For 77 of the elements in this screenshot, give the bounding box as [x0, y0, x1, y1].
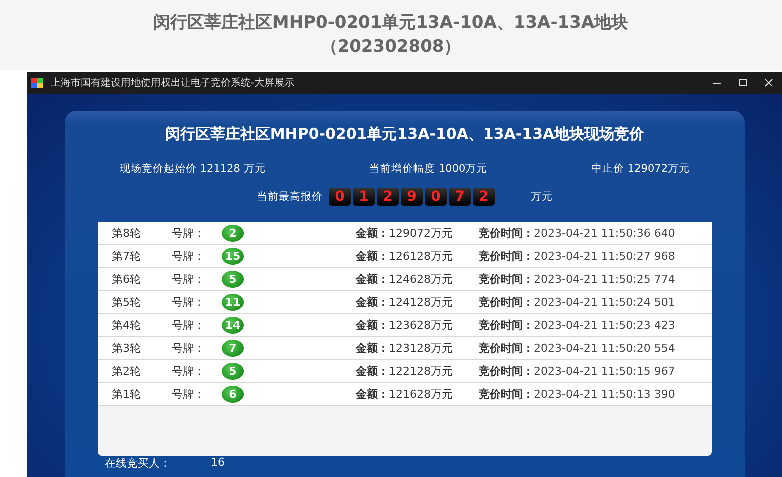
time-label: 竞价时间：: [479, 340, 534, 356]
bid-digit: 1: [353, 188, 375, 206]
bid-digit: 0: [425, 188, 447, 206]
round-cell-text: 第3轮: [111, 340, 142, 356]
plate-label: 号牌：: [172, 272, 206, 286]
bid-digit: 7: [449, 188, 471, 206]
time-cell: 2023-04-21 11:50:20 554: [534, 342, 676, 354]
time-label: 竞价时间：: [479, 226, 534, 240]
plate-number: 7: [222, 340, 244, 356]
time-label: 竞价时间：: [479, 294, 534, 310]
amount-label: 金额：: [356, 318, 389, 332]
time-cell: 2023-04-21 11:50:13 390: [534, 388, 676, 400]
bid-digit: 9: [401, 188, 423, 206]
amount-label: 金额：: [356, 248, 389, 264]
bid-digit: 2: [377, 188, 399, 206]
plate-label: 号牌：: [172, 318, 206, 332]
auction-info: 当前增价幅度 1000万元: [370, 162, 488, 176]
round-cell-text: 第7轮: [111, 248, 142, 264]
plate-number: 6: [222, 386, 244, 402]
time-cell: 2023-04-21 11:50:36 640: [534, 226, 676, 240]
plate-label: 号牌：: [172, 364, 206, 378]
plate-number: 2: [222, 224, 244, 242]
amount-cell-text: 124128万元: [389, 294, 454, 310]
time-cell: 2023-04-21 11:50:24 501: [534, 296, 676, 308]
round-cell-text: 第4轮: [111, 318, 142, 332]
auction-info: 现场竞价起始价 121128 万元: [120, 162, 266, 176]
amount-label: 金额：: [356, 386, 389, 402]
plate-label: 号牌：: [172, 248, 206, 264]
page-heading-number: （202302808）: [320, 36, 462, 59]
round-cell-text: 第1轮: [111, 386, 142, 402]
amount-cell-text: 123628万元: [389, 318, 454, 332]
plate-label: 号牌：: [172, 386, 206, 402]
time-label: 竞价时间：: [479, 318, 534, 332]
amount-cell-text: 129072万元: [389, 226, 454, 240]
amount-cell-text: 121628万元: [389, 386, 454, 402]
time-label: 竞价时间：: [479, 364, 534, 378]
time-label: 竞价时间：: [479, 248, 534, 264]
round-cell-text: 第5轮: [111, 294, 142, 310]
page-heading: 闵行区莘庄社区MHP0-0201单元13A-10A、13A-13A地块: [153, 12, 629, 35]
time-label: 竞价时间：: [479, 386, 534, 402]
bid-digit: 0: [329, 188, 351, 206]
close-icon[interactable]: [764, 78, 774, 88]
online-bidders-count: 16: [211, 456, 225, 471]
plate-label: 号牌：: [172, 294, 206, 310]
time-cell: 2023-04-21 11:50:27 968: [534, 250, 676, 262]
amount-label: 金额：: [356, 294, 389, 310]
plate-number: 5: [222, 362, 244, 380]
window-title: 上海市国有建设用地使用权出让电子竞价系统-大屏展示: [51, 76, 296, 90]
round-cell-text: 第2轮: [111, 364, 142, 378]
app-icon: [31, 78, 43, 88]
maximize-icon[interactable]: [738, 78, 748, 88]
amount-label: 金额：: [356, 364, 389, 378]
plate-number: 14: [222, 316, 244, 334]
plate-number: 11: [222, 294, 244, 310]
time-cell: 2023-04-21 11:50:25 774: [534, 272, 676, 286]
bid-digit: 2: [473, 188, 495, 206]
amount-cell-text: 124628万元: [389, 272, 454, 286]
time-cell: 2023-04-21 11:50:15 967: [534, 364, 676, 378]
auction-title: 闵行区莘庄社区MHP0-0201单元13A-10A、13A-13A地块现场竞价: [165, 125, 645, 144]
amount-label: 金额：: [356, 272, 389, 286]
time-cell: 2023-04-21 11:50:23 423: [534, 318, 676, 332]
online-bidders-label: 在线竞买人：: [105, 456, 171, 471]
plate-label: 号牌：: [172, 226, 206, 240]
plate-label: 号牌：: [172, 340, 206, 356]
amount-cell-text: 126128万元: [389, 248, 454, 264]
round-cell-text: 第6轮: [111, 272, 142, 286]
time-label: 竞价时间：: [479, 272, 534, 286]
plate-number: 15: [222, 248, 244, 264]
highest-bid-label: 当前最高报价: [257, 190, 323, 204]
highest-bid-unit: 万元: [531, 190, 553, 204]
amount-cell-text: 123128万元: [389, 340, 454, 356]
amount-label: 金额：: [356, 340, 389, 356]
round-cell-text: 第8轮: [111, 226, 142, 240]
amount-label: 金额：: [356, 226, 389, 240]
auction-info: 中止价 129072万元: [592, 162, 690, 176]
amount-cell-text: 122128万元: [389, 364, 454, 378]
plate-number: 5: [222, 270, 244, 288]
